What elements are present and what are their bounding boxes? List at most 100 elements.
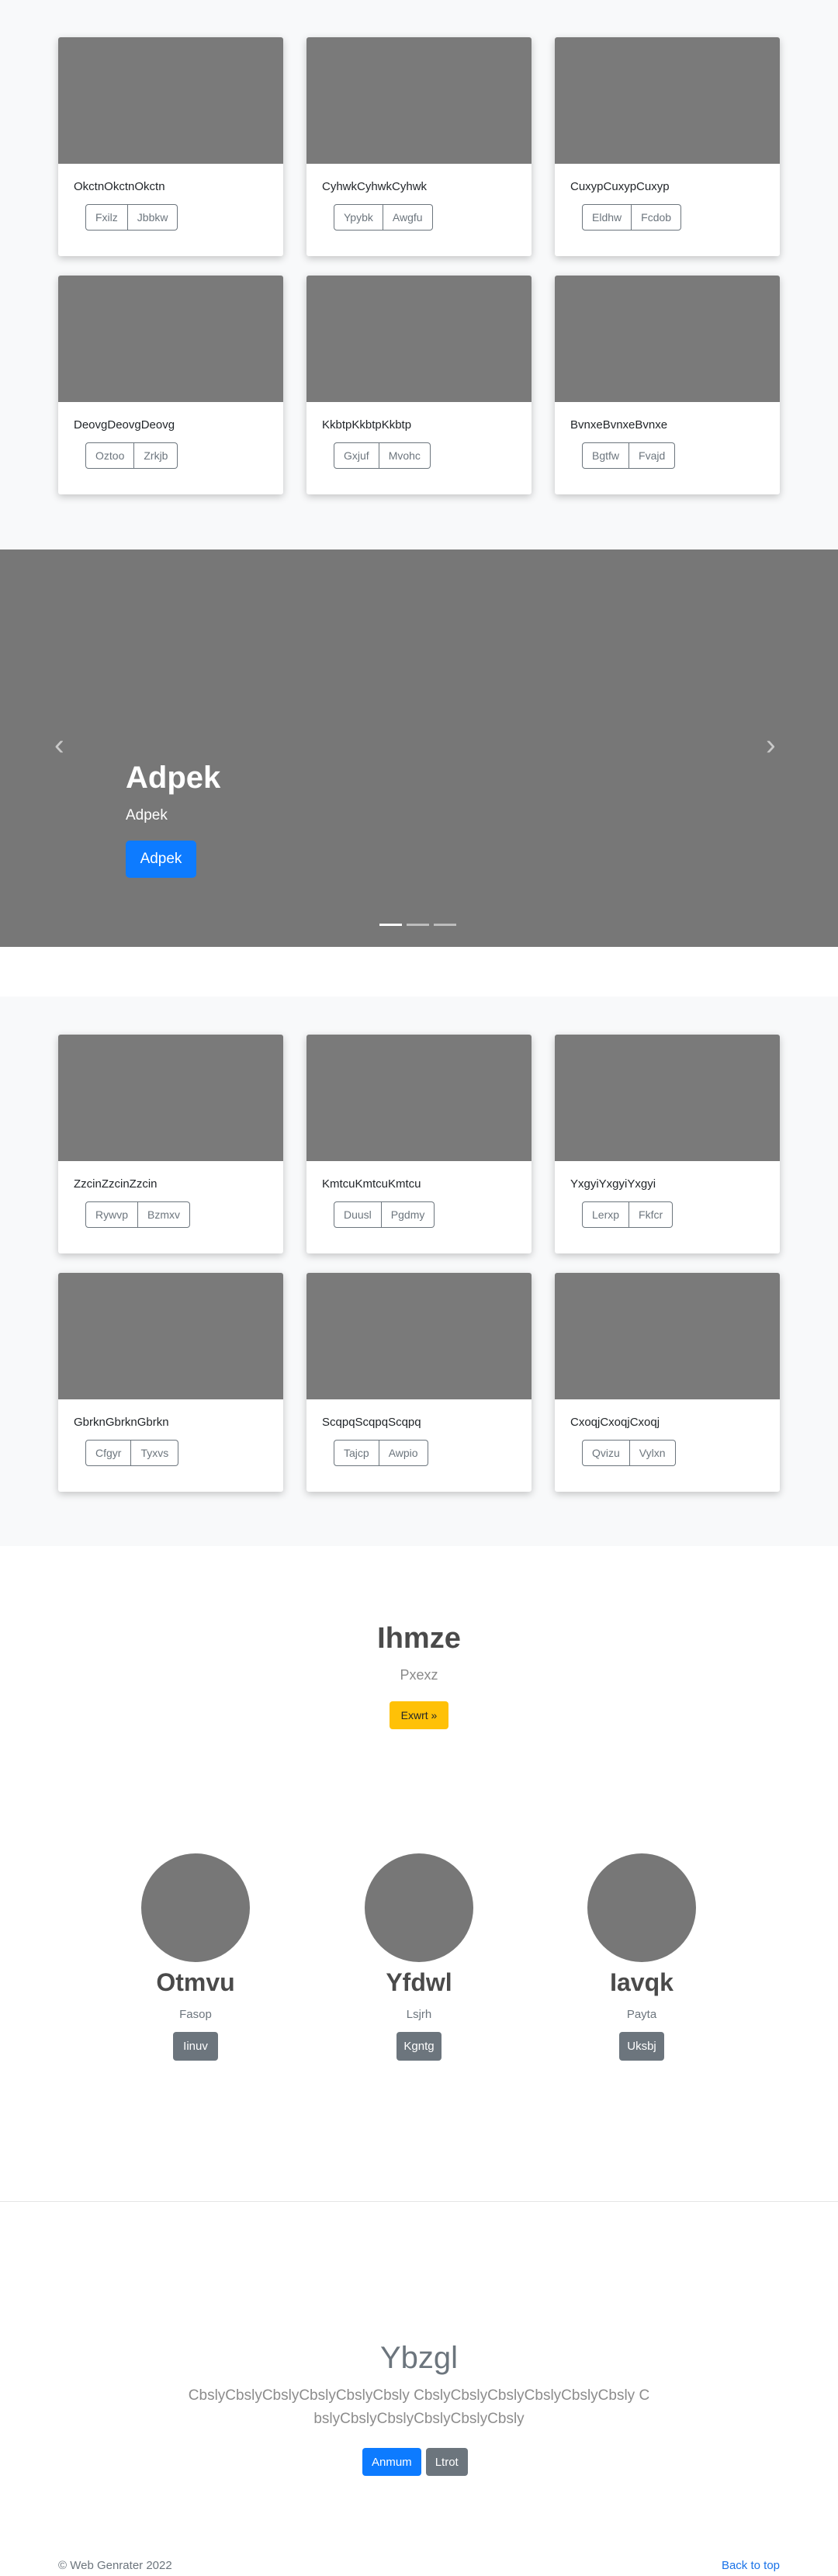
- card-edit-button[interactable]: Awgfu: [383, 204, 433, 231]
- card-edit-button[interactable]: Awpio: [379, 1440, 428, 1466]
- carousel-indicator[interactable]: [434, 924, 456, 926]
- card-edit-button[interactable]: Mvohc: [379, 442, 431, 469]
- back-to-top-link[interactable]: Back to top: [722, 2559, 780, 2572]
- profile-column: Otmvu Fasop Iinuv: [118, 1853, 273, 2061]
- card: KmtcuKmtcuKmtcu Duusl Pgdmy: [306, 1035, 532, 1253]
- hero-title: Ihmze: [377, 1622, 461, 1655]
- card-edit-button[interactable]: Bzmxv: [138, 1201, 191, 1228]
- hero-subtitle: Pxexz: [400, 1667, 438, 1683]
- card-text: GbrknGbrknGbrkn: [74, 1416, 169, 1429]
- carousel-indicator[interactable]: [407, 924, 429, 926]
- card-view-button[interactable]: Cfgyr: [85, 1440, 132, 1466]
- card-view-button[interactable]: Duusl: [334, 1201, 382, 1228]
- card-text: KkbtpKkbtpKkbtp: [322, 418, 412, 432]
- cta-text: CbslyCbslyCbslyCbslyCbslyCbsly CbslyCbsl…: [188, 2387, 650, 2427]
- card-image-placeholder: [555, 1273, 780, 1399]
- card-grid-top: OkctnOkctnOkctn Fxilz Jbbkw CyhwkCyhwkCy…: [58, 37, 780, 494]
- card-edit-button[interactable]: Zrkjb: [134, 442, 178, 469]
- card: CxoqjCxoqjCxoqj Qvizu Vylxn: [555, 1273, 780, 1492]
- carousel: ‹ › Adpek Adpek Adpek: [0, 550, 838, 947]
- card: KkbtpKkbtpKkbtp Gxjuf Mvohc: [306, 276, 532, 494]
- card-image-placeholder: [555, 37, 780, 164]
- card-text: CuxypCuxypCuxyp: [570, 180, 670, 193]
- carousel-prev-icon[interactable]: ‹: [54, 730, 64, 761]
- card-button-group: Oztoo Zrkjb: [85, 442, 178, 469]
- card: GbrknGbrknGbrkn Cfgyr Tyxvs: [58, 1273, 283, 1492]
- card-button-group: Tajcp Awpio: [334, 1440, 428, 1466]
- card-text: YxgyiYxgyiYxgyi: [570, 1177, 656, 1191]
- cta-primary-button[interactable]: Anmum: [362, 2448, 421, 2476]
- card-edit-button[interactable]: Vylxn: [629, 1440, 676, 1466]
- card-edit-button[interactable]: Jbbkw: [127, 204, 178, 231]
- card-view-button[interactable]: Oztoo: [85, 442, 135, 469]
- card-button-group: Ypybk Awgfu: [334, 204, 433, 231]
- card-image-placeholder: [306, 276, 532, 402]
- carousel-indicator[interactable]: [379, 924, 402, 926]
- card-text: CxoqjCxoqjCxoqj: [570, 1416, 660, 1429]
- avatar: [141, 1853, 250, 1962]
- profile-button[interactable]: Iinuv: [173, 2032, 218, 2061]
- profile-subtitle: Fasop: [179, 2008, 212, 2021]
- cta-secondary-button[interactable]: Ltrot: [425, 2448, 468, 2476]
- card-image-placeholder: [58, 1273, 283, 1399]
- card-image-placeholder: [58, 276, 283, 402]
- card-text: ScqpqScqpqScqpq: [322, 1416, 421, 1429]
- card-edit-button[interactable]: Tyxvs: [131, 1440, 179, 1466]
- card-image-placeholder: [58, 1035, 283, 1161]
- card-button-group: Duusl Pgdmy: [334, 1201, 435, 1228]
- card-button-group: Bgtfw Fvajd: [582, 442, 676, 469]
- card-view-button[interactable]: Rywvp: [85, 1201, 139, 1228]
- card-view-button[interactable]: Eldhw: [582, 204, 632, 231]
- carousel-button[interactable]: Adpek: [126, 841, 196, 878]
- cta-button-group: Anmum Ltrot: [362, 2448, 468, 2476]
- card-image-placeholder: [306, 1035, 532, 1161]
- card-text: KmtcuKmtcuKmtcu: [322, 1177, 421, 1191]
- card-button-group: Rywvp Bzmxv: [85, 1201, 191, 1228]
- card-edit-button[interactable]: Fvajd: [629, 442, 676, 469]
- section-divider: [0, 2201, 838, 2202]
- card-edit-button[interactable]: Fcdob: [632, 204, 682, 231]
- profile-button[interactable]: Uksbj: [619, 2032, 664, 2061]
- card-text: BvnxeBvnxeBvnxe: [570, 418, 668, 432]
- card-button-group: Qvizu Vylxn: [582, 1440, 676, 1466]
- card: DeovgDeovgDeovg Oztoo Zrkjb: [58, 276, 283, 494]
- card-view-button[interactable]: Lerxp: [582, 1201, 630, 1228]
- card-text: ZzcinZzcinZzcin: [74, 1177, 158, 1191]
- card-view-button[interactable]: Ypybk: [334, 204, 383, 231]
- profile-button[interactable]: Kgntg: [396, 2032, 442, 2061]
- card: CyhwkCyhwkCyhwk Ypybk Awgfu: [306, 37, 532, 256]
- hero-button[interactable]: Exwrt »: [390, 1701, 448, 1729]
- avatar: [365, 1853, 473, 1962]
- card-text: OkctnOkctnOkctn: [74, 180, 165, 193]
- card-button-group: Eldhw Fcdob: [582, 204, 682, 231]
- card: BvnxeBvnxeBvnxe Bgtfw Fvajd: [555, 276, 780, 494]
- card-text: CyhwkCyhwkCyhwk: [322, 180, 428, 193]
- card-view-button[interactable]: Gxjuf: [334, 442, 379, 469]
- card: CuxypCuxypCuxyp Eldhw Fcdob: [555, 37, 780, 256]
- carousel-next-icon[interactable]: ›: [766, 730, 776, 761]
- carousel-title: Adpek: [126, 761, 221, 795]
- card: ScqpqScqpqScqpq Tajcp Awpio: [306, 1273, 532, 1492]
- card-button-group: Gxjuf Mvohc: [334, 442, 431, 469]
- card-edit-button[interactable]: Fkfcr: [629, 1201, 674, 1228]
- card: ZzcinZzcinZzcin Rywvp Bzmxv: [58, 1035, 283, 1253]
- card-button-group: Lerxp Fkfcr: [582, 1201, 674, 1228]
- carousel-indicators: [379, 924, 456, 926]
- card-edit-button[interactable]: Pgdmy: [381, 1201, 435, 1228]
- card-image-placeholder: [555, 276, 780, 402]
- card: OkctnOkctnOkctn Fxilz Jbbkw: [58, 37, 283, 256]
- card-image-placeholder: [306, 1273, 532, 1399]
- card-view-button[interactable]: Fxilz: [85, 204, 128, 231]
- profile-name: Otmvu: [156, 1968, 235, 1996]
- card-image-placeholder: [58, 37, 283, 164]
- cta-title: Ybzgl: [379, 2341, 459, 2375]
- card: YxgyiYxgyiYxgyi Lerxp Fkfcr: [555, 1035, 780, 1253]
- profile-column: Iavqk Payta Uksbj: [564, 1853, 719, 2061]
- profile-name: Yfdwl: [386, 1968, 452, 1996]
- card-view-button[interactable]: Bgtfw: [582, 442, 630, 469]
- card-view-button[interactable]: Tajcp: [334, 1440, 379, 1466]
- card-view-button[interactable]: Qvizu: [582, 1440, 630, 1466]
- card-grid-bottom: ZzcinZzcinZzcin Rywvp Bzmxv KmtcuKmtcuKm…: [58, 1035, 780, 1492]
- card-image-placeholder: [306, 37, 532, 164]
- profile-name: Iavqk: [610, 1968, 674, 1996]
